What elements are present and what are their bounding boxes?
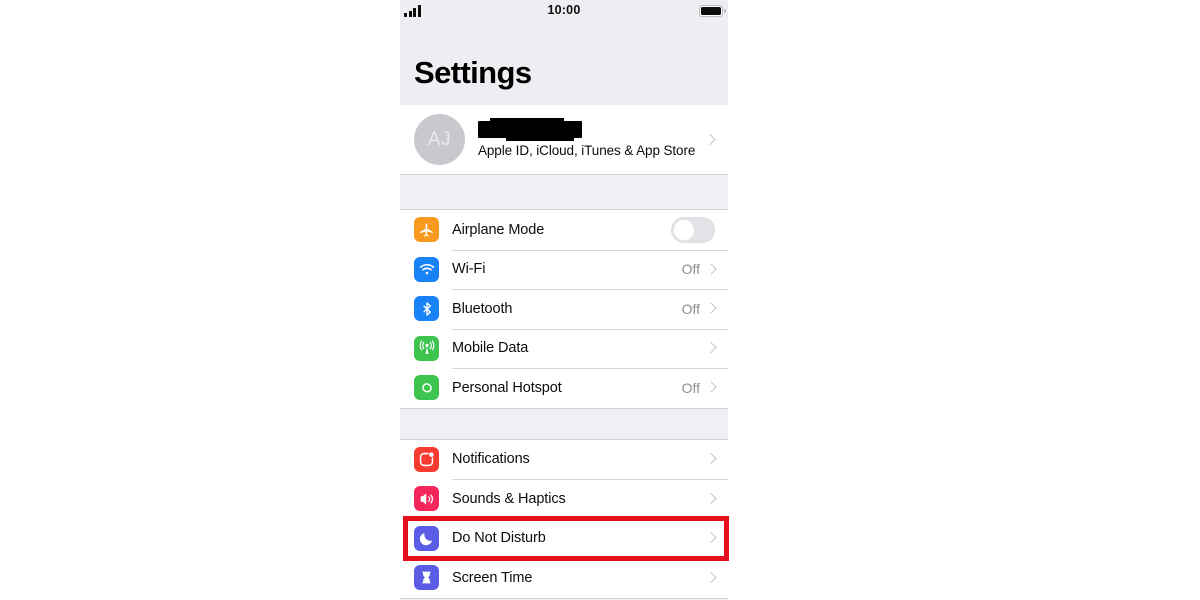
battery-full-icon [699, 5, 726, 17]
settings-row-label: Mobile Data [452, 340, 529, 357]
airplane-mode-toggle[interactable] [671, 216, 715, 243]
toggle-knob [673, 218, 695, 241]
row-value: Off [681, 300, 700, 317]
settings-row-sounds-haptics[interactable]: Sounds & Haptics [400, 479, 728, 519]
chevron-right-icon [707, 532, 715, 545]
hourglass-icon [414, 565, 439, 591]
wifi-icon [414, 256, 439, 282]
screenshot-canvas: 10:00 Settings AJ Apple ID, iCloud, iTun… [0, 0, 1200, 600]
settings-row-mobile-data[interactable]: Mobile Data [400, 328, 728, 368]
row-value: Off [681, 261, 700, 278]
settings-row-label: Personal Hotspot [452, 379, 562, 396]
settings-row-personal-hotspot[interactable]: Personal Hotspot Off [400, 368, 728, 408]
settings-row-label: Screen Time [452, 569, 533, 586]
phone-screen: 10:00 Settings AJ Apple ID, iCloud, iTun… [400, 0, 728, 600]
settings-row-label: Sounds & Haptics [452, 490, 566, 507]
settings-row-label: Notifications [452, 451, 530, 468]
settings-row-airplane-mode[interactable]: Airplane Mode [400, 210, 728, 250]
row-accessory [707, 453, 715, 466]
row-accessory: Off [682, 301, 715, 317]
group-separator-2 [400, 407, 728, 440]
chevron-right-icon [707, 492, 715, 505]
settings-row-do-not-disturb[interactable]: Do Not Disturb [400, 518, 728, 558]
page-header: Settings [400, 22, 728, 105]
chevron-right-icon [707, 381, 715, 394]
chevron-right-icon [707, 263, 715, 276]
moon-icon [414, 525, 439, 551]
bluetooth-icon [414, 296, 439, 322]
settings-row-screen-time[interactable]: Screen Time [400, 558, 728, 598]
settings-row-label: Wi-Fi [452, 261, 486, 278]
cellular-tower-icon [414, 335, 439, 361]
avatar: AJ [414, 114, 465, 165]
row-value: Off [681, 379, 700, 396]
sounds-speaker-icon [414, 486, 439, 512]
status-bar: 10:00 [400, 0, 728, 22]
notifications-icon [414, 446, 439, 472]
apple-id-subtitle: Apple ID, iCloud, iTunes & App Store [478, 143, 696, 158]
row-accessory [707, 492, 715, 505]
status-bar-clock: 10:00 [547, 3, 581, 17]
row-accessory [671, 216, 715, 243]
settings-row-notifications[interactable]: Notifications [400, 439, 728, 479]
apple-id-row[interactable]: AJ Apple ID, iCloud, iTunes & App Store [400, 105, 728, 174]
apple-id-text: Apple ID, iCloud, iTunes & App Store [478, 118, 696, 158]
redacted-name-bar [478, 118, 582, 141]
chevron-right-icon [707, 571, 715, 584]
chevron-right-icon [707, 342, 715, 355]
row-accessory [707, 532, 715, 545]
page-title: Settings [414, 55, 532, 90]
settings-row-wifi[interactable]: Wi-Fi Off [400, 249, 728, 289]
row-accessory: Off [682, 261, 715, 277]
settings-group-connectivity: Airplane Mode Wi-Fi Off Bluetooth Off Mo… [400, 210, 728, 408]
chevron-right-icon [707, 302, 715, 315]
settings-row-label: Do Not Disturb [452, 530, 546, 547]
row-accessory [707, 571, 715, 584]
chevron-right-icon [706, 133, 714, 146]
row-accessory: Off [682, 380, 715, 396]
settings-row-bluetooth[interactable]: Bluetooth Off [400, 289, 728, 329]
settings-row-label: Airplane Mode [452, 221, 545, 238]
chevron-right-icon [707, 453, 715, 466]
group-separator-1 [400, 174, 728, 210]
settings-row-label: Bluetooth [452, 300, 513, 317]
row-accessory [700, 342, 715, 355]
airplane-icon [414, 217, 439, 243]
hotspot-link-icon [414, 375, 439, 401]
settings-group-notifications: Notifications Sounds & Haptics Do Not Di… [400, 439, 728, 598]
